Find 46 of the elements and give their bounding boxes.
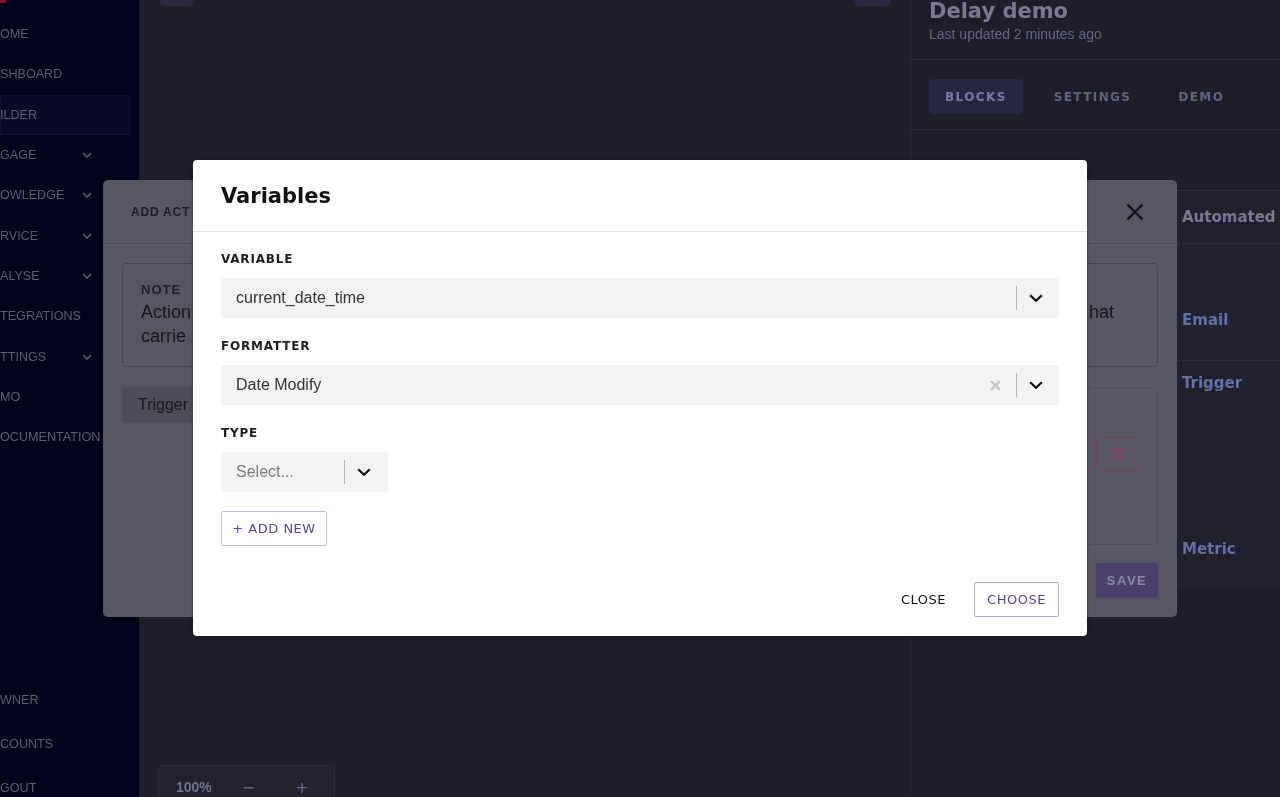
note-text: hat <box>1088 301 1114 324</box>
sidebar-item[interactable]: COUNTS <box>0 736 139 753</box>
dialog-title: Variables <box>221 183 331 208</box>
choose-button[interactable]: CHOOSE <box>974 582 1059 617</box>
trash-icon <box>1111 447 1124 461</box>
block-item[interactable]: Metric <box>1182 540 1236 558</box>
close-button[interactable]: CLOSE <box>900 592 946 607</box>
zoom-out-button[interactable]: − <box>241 779 256 796</box>
close-icon[interactable] <box>1126 202 1144 221</box>
modal-title: ADD ACT <box>131 204 191 219</box>
trigger-chip[interactable]: Trigger <box>122 387 193 423</box>
sidebar-item[interactable]: OME <box>0 14 130 55</box>
add-new-button[interactable]: + ADD NEW <box>221 511 327 546</box>
save-button[interactable]: SAVE <box>1096 563 1158 598</box>
note-text: Action carrie <box>141 301 192 348</box>
chevron-down-icon[interactable] <box>1029 294 1043 302</box>
sidebar-item[interactable]: WNER <box>0 692 139 709</box>
zoom-level: 100% <box>176 779 212 796</box>
select-field[interactable]: current_date_time <box>221 278 1059 318</box>
chevron-down-icon[interactable] <box>1029 381 1043 389</box>
tab[interactable]: SETTINGS <box>1037 79 1148 114</box>
chevron-down-icon[interactable] <box>357 468 371 476</box>
sidebar-item[interactable]: RVICE <box>0 215 130 256</box>
logo-icon[interactable] <box>0 0 6 3</box>
block-item[interactable]: Trigger <box>1182 374 1243 392</box>
select-field[interactable]: Select... <box>221 452 388 492</box>
flow-title: Delay demo <box>929 0 1069 22</box>
field-label: VARIABLE <box>221 252 295 267</box>
sidebar-item[interactable]: GAGE <box>0 134 130 176</box>
field-label: FORMATTER <box>221 339 312 354</box>
sidebar-item[interactable]: ILDER <box>0 94 130 135</box>
select-field[interactable]: Date Modify <box>221 365 1059 405</box>
sidebar-item[interactable]: SHBOARD <box>0 54 130 95</box>
note-label: NOTE <box>141 282 183 298</box>
field-label: TYPE <box>221 426 260 441</box>
sidebar-item[interactable]: ALYSE <box>0 255 130 297</box>
sidebar-item[interactable]: GOUT <box>0 780 139 797</box>
sidebar-item[interactable]: OWLEDGE <box>0 175 130 216</box>
tab[interactable]: BLOCKS <box>929 79 1023 114</box>
tab[interactable]: DEMO <box>1162 79 1241 114</box>
block-item[interactable]: Email <box>1182 311 1229 329</box>
zoom-in-button[interactable]: + <box>295 779 309 796</box>
delete-button[interactable] <box>1096 437 1139 471</box>
clear-icon[interactable] <box>990 379 1001 391</box>
sidebar-item[interactable]: TTINGS <box>0 336 130 377</box>
last-updated-text: Last updated 2 minutes ago <box>929 26 1103 43</box>
